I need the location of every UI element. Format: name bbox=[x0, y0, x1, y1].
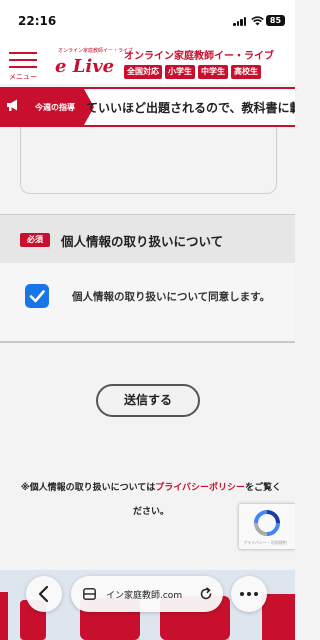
site-header: メニュー オンライン家庭教師イー・ライブ e Live オンライン家庭教師イー・… bbox=[0, 40, 295, 84]
browser-more-button[interactable] bbox=[231, 576, 267, 612]
menu-button[interactable]: メニュー bbox=[6, 49, 40, 83]
chevron-left-icon bbox=[38, 585, 49, 603]
privacy-section-title: 個人情報の取り扱いについて bbox=[61, 234, 224, 249]
browser-address-bar[interactable]: イン家庭教師.com bbox=[71, 576, 223, 612]
logo-caption: オンライン家庭教師イー・ライブ bbox=[58, 48, 134, 54]
privacy-policy-link[interactable]: プライバシーポリシー bbox=[155, 483, 245, 493]
tag-high-school: 高校生 bbox=[231, 65, 261, 79]
tag-junior-high: 中学生 bbox=[198, 65, 228, 79]
ticker-text: ていいほど出題されるので、教科書に載 bbox=[86, 101, 295, 115]
browser-back-button[interactable] bbox=[26, 576, 62, 612]
battery-icon: 85 bbox=[266, 15, 285, 26]
status-time: 22:16 bbox=[18, 14, 57, 28]
brand-title: オンライン家庭教師イー・ライブ bbox=[124, 51, 274, 62]
cellular-signal-icon bbox=[233, 17, 247, 26]
target-tags: 全国対応 小学生 中学生 高校生 bbox=[124, 65, 261, 79]
site-logo[interactable]: オンライン家庭教師イー・ライブ e Live bbox=[52, 45, 133, 79]
more-dots-icon bbox=[240, 592, 258, 596]
logo-wordmark: e Live bbox=[55, 56, 115, 77]
tag-elementary: 小学生 bbox=[165, 65, 195, 79]
recaptcha-badge[interactable]: プライバシー・利用規約 bbox=[238, 503, 295, 550]
privacy-consent-row: 個人情報の取り扱いについて同意します。 bbox=[0, 263, 295, 343]
reload-icon[interactable] bbox=[199, 587, 213, 601]
tag-nationwide: 全国対応 bbox=[124, 65, 162, 79]
privacy-note-prefix: ※個人情報の取り扱いについては bbox=[20, 483, 156, 493]
page: 22:16 85 メニュー オンライン家庭教師イー・ライブ e Live オンラ… bbox=[0, 0, 295, 640]
megaphone-icon bbox=[7, 99, 17, 111]
browser-url-text: イン家庭教師.com bbox=[106, 591, 183, 601]
submit-button[interactable]: 送信する bbox=[96, 384, 200, 417]
hamburger-icon bbox=[9, 52, 37, 54]
menu-label: メニュー bbox=[9, 73, 37, 81]
ticker-label-text: 今週の指導 bbox=[35, 103, 75, 112]
privacy-section-header: 必須 個人情報の取り扱いについて bbox=[0, 215, 295, 263]
status-bar: 22:16 85 bbox=[0, 0, 295, 40]
inquiry-textarea[interactable] bbox=[20, 127, 277, 194]
page-menu-icon bbox=[83, 588, 96, 600]
ticker-label: 今週の指導 bbox=[0, 89, 84, 125]
wifi-icon bbox=[251, 16, 264, 26]
required-badge: 必須 bbox=[20, 233, 50, 247]
news-ticker[interactable]: 今週の指導 ていいほど出題されるので、教科書に載 bbox=[0, 87, 295, 127]
recaptcha-fine-print: プライバシー・利用規約 bbox=[243, 540, 287, 545]
recaptcha-icon bbox=[254, 510, 280, 536]
privacy-consent-label[interactable]: 個人情報の取り扱いについて同意します。 bbox=[24, 287, 274, 307]
